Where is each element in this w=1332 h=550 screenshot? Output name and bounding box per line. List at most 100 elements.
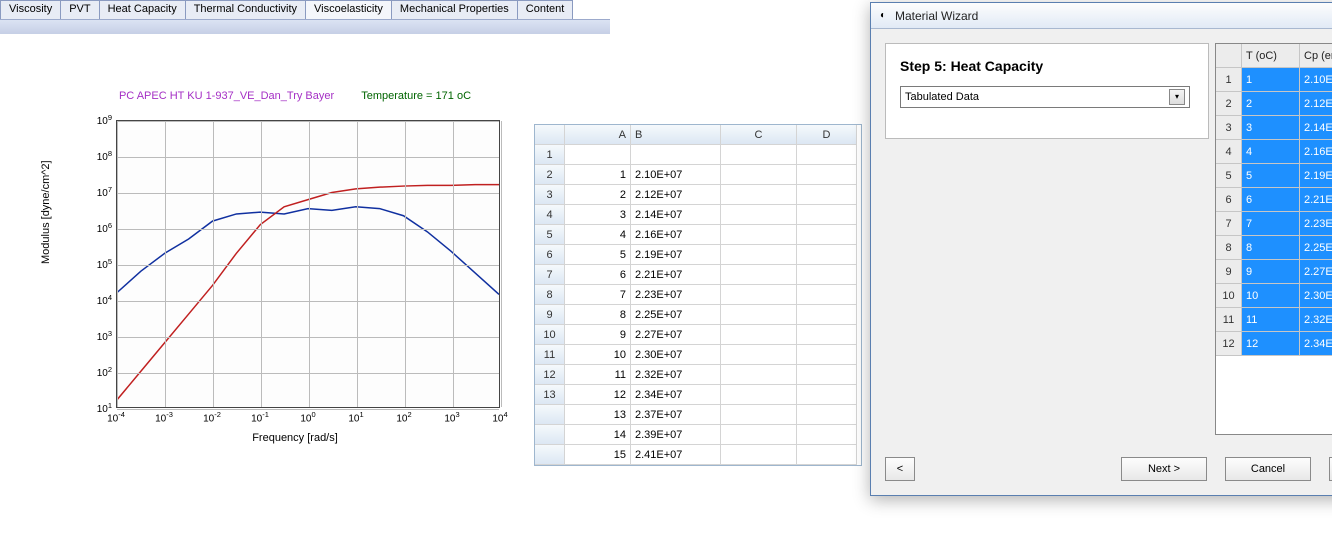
ss-col-B[interactable]: B <box>631 125 721 145</box>
ss-cell[interactable]: 4 <box>565 225 631 245</box>
dg-rownum[interactable]: 12 <box>1216 332 1242 356</box>
dg-cell-t[interactable]: 7 <box>1242 212 1300 236</box>
dg-cell-cp[interactable]: 2.21E+07 <box>1300 188 1332 212</box>
ss-rownum[interactable]: 2 <box>535 165 565 185</box>
ss-cell[interactable] <box>721 405 797 425</box>
ss-row[interactable]: 542.16E+07 <box>535 225 861 245</box>
ss-row[interactable]: 322.12E+07 <box>535 185 861 205</box>
tab-viscoelasticity[interactable]: Viscoelasticity <box>305 0 392 19</box>
dg-rownum[interactable]: 11 <box>1216 308 1242 332</box>
ss-cell[interactable]: 2.27E+07 <box>631 325 721 345</box>
ss-cell[interactable] <box>721 225 797 245</box>
ss-cell[interactable]: 6 <box>565 265 631 285</box>
ss-row[interactable]: 11102.30E+07 <box>535 345 861 365</box>
ss-cell[interactable] <box>721 185 797 205</box>
ss-rownum[interactable]: 13 <box>535 385 565 405</box>
ss-cell[interactable] <box>797 185 857 205</box>
ss-cell[interactable]: 2.19E+07 <box>631 245 721 265</box>
dg-cell-t[interactable]: 12 <box>1242 332 1300 356</box>
ss-cell[interactable]: 2.16E+07 <box>631 225 721 245</box>
dg-cell-cp[interactable]: 2.34E+07 <box>1300 332 1332 356</box>
ss-cell[interactable] <box>797 225 857 245</box>
ss-cell[interactable] <box>721 445 797 465</box>
ss-row[interactable]: 432.14E+07 <box>535 205 861 225</box>
dg-row[interactable]: 222.12E+07 <box>1216 92 1332 116</box>
ss-row[interactable]: 12112.32E+07 <box>535 365 861 385</box>
dg-cell-t[interactable]: 5 <box>1242 164 1300 188</box>
dg-row[interactable]: 442.16E+07 <box>1216 140 1332 164</box>
data-type-dropdown[interactable]: Tabulated Data ▾ <box>900 86 1190 108</box>
ss-rownum[interactable]: 1 <box>535 145 565 165</box>
ss-cell[interactable]: 2.12E+07 <box>631 185 721 205</box>
dg-row[interactable]: 882.25E+07 <box>1216 236 1332 260</box>
dg-cell-cp[interactable]: 2.16E+07 <box>1300 140 1332 164</box>
ss-cell[interactable]: 2.21E+07 <box>631 265 721 285</box>
tab-heat-capacity[interactable]: Heat Capacity <box>99 0 186 19</box>
ss-cell[interactable] <box>721 285 797 305</box>
ss-rownum[interactable] <box>535 405 565 425</box>
ss-cell[interactable] <box>721 385 797 405</box>
ss-cell[interactable] <box>721 365 797 385</box>
ss-rownum[interactable]: 8 <box>535 285 565 305</box>
ss-col-A[interactable]: A <box>565 125 631 145</box>
ss-row[interactable]: 13122.34E+07 <box>535 385 861 405</box>
dg-cell-cp[interactable]: 2.12E+07 <box>1300 92 1332 116</box>
dg-cell-t[interactable]: 9 <box>1242 260 1300 284</box>
ss-cell[interactable]: 2 <box>565 185 631 205</box>
ss-row[interactable]: 982.25E+07 <box>535 305 861 325</box>
next-button[interactable]: Next > <box>1121 457 1207 481</box>
ss-cell[interactable] <box>797 325 857 345</box>
dg-row[interactable]: 112.10E+07 <box>1216 68 1332 92</box>
ss-rownum[interactable]: 5 <box>535 225 565 245</box>
ss-cell[interactable]: 14 <box>565 425 631 445</box>
ss-col-C[interactable]: C <box>721 125 797 145</box>
dg-row[interactable]: 772.23E+07 <box>1216 212 1332 236</box>
ss-cell[interactable]: 13 <box>565 405 631 425</box>
ss-cell[interactable]: 8 <box>565 305 631 325</box>
ss-cell[interactable] <box>721 165 797 185</box>
ss-cell[interactable]: 2.14E+07 <box>631 205 721 225</box>
dg-cell-cp[interactable]: 2.19E+07 <box>1300 164 1332 188</box>
dg-rownum[interactable]: 4 <box>1216 140 1242 164</box>
ss-cell[interactable] <box>565 145 631 165</box>
ss-cell[interactable] <box>797 365 857 385</box>
ss-cell[interactable]: 2.34E+07 <box>631 385 721 405</box>
ss-cell[interactable] <box>797 445 857 465</box>
dg-corner[interactable] <box>1216 44 1242 68</box>
dg-cell-t[interactable]: 6 <box>1242 188 1300 212</box>
dg-col-t[interactable]: T (oC) <box>1242 44 1300 68</box>
ss-cell[interactable] <box>797 305 857 325</box>
ss-cell[interactable] <box>721 305 797 325</box>
ss-cell[interactable] <box>797 165 857 185</box>
ss-rownum[interactable]: 4 <box>535 205 565 225</box>
dg-rownum[interactable]: 8 <box>1216 236 1242 260</box>
dg-row[interactable]: 332.14E+07 <box>1216 116 1332 140</box>
dg-row[interactable]: 662.21E+07 <box>1216 188 1332 212</box>
dg-cell-t[interactable]: 4 <box>1242 140 1300 164</box>
dg-rownum[interactable]: 7 <box>1216 212 1242 236</box>
dg-row[interactable]: 552.19E+07 <box>1216 164 1332 188</box>
tab-viscosity[interactable]: Viscosity <box>0 0 61 19</box>
ss-cell[interactable]: 9 <box>565 325 631 345</box>
ss-cell[interactable]: 2.41E+07 <box>631 445 721 465</box>
ss-cell[interactable] <box>631 145 721 165</box>
ss-cell[interactable] <box>797 425 857 445</box>
ss-rownum[interactable] <box>535 425 565 445</box>
ss-cell[interactable]: 12 <box>565 385 631 405</box>
ss-cell[interactable]: 5 <box>565 245 631 265</box>
ss-row[interactable]: 652.19E+07 <box>535 245 861 265</box>
ss-cell[interactable] <box>721 205 797 225</box>
ss-rownum[interactable]: 10 <box>535 325 565 345</box>
dg-cell-t[interactable]: 3 <box>1242 116 1300 140</box>
ss-cell[interactable] <box>797 205 857 225</box>
dg-cell-cp[interactable]: 2.23E+07 <box>1300 212 1332 236</box>
ss-cell[interactable] <box>721 145 797 165</box>
ss-rownum[interactable]: 6 <box>535 245 565 265</box>
ss-row[interactable]: 212.10E+07 <box>535 165 861 185</box>
ss-cell[interactable]: 2.23E+07 <box>631 285 721 305</box>
excel-snippet[interactable]: ABCD1212.10E+07322.12E+07432.14E+07542.1… <box>534 124 862 466</box>
ss-cell[interactable]: 2.37E+07 <box>631 405 721 425</box>
dg-cell-t[interactable]: 2 <box>1242 92 1300 116</box>
dg-row[interactable]: 10102.30E+07 <box>1216 284 1332 308</box>
dg-row[interactable]: 992.27E+07 <box>1216 260 1332 284</box>
